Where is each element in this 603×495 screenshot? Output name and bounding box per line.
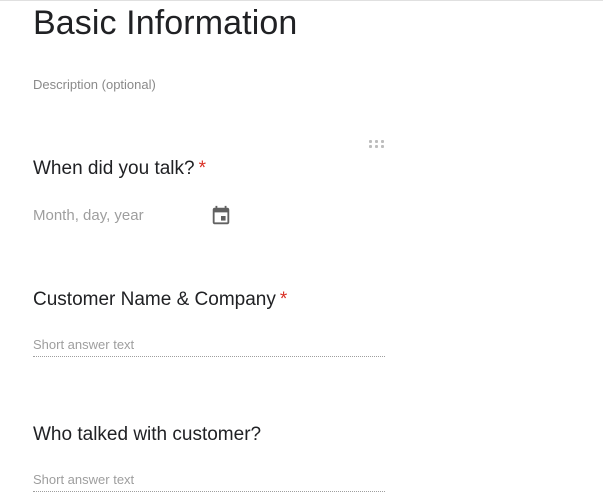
date-input-field[interactable]: Month, day, year	[33, 206, 144, 226]
question-title-when-did-you-talk[interactable]: When did you talk? *	[33, 157, 206, 181]
section-description-field[interactable]: Description (optional)	[33, 76, 156, 94]
form-editor-page: Basic Information Description (optional)…	[0, 0, 603, 495]
section-title[interactable]: Basic Information	[33, 3, 297, 43]
short-answer-field[interactable]: Short answer text	[33, 336, 385, 357]
short-answer-field[interactable]: Short answer text	[33, 471, 385, 492]
required-asterisk: *	[279, 289, 288, 310]
question-title-customer-name[interactable]: Customer Name & Company *	[33, 288, 287, 312]
question-title-text: Customer Name & Company	[33, 289, 276, 310]
calendar-icon[interactable]	[210, 205, 232, 227]
required-asterisk: *	[198, 158, 206, 179]
question-title-who-talked[interactable]: Who talked with customer?	[33, 423, 261, 447]
drag-handle-icon[interactable]	[369, 140, 385, 148]
question-title-text: Who talked with customer?	[33, 424, 262, 445]
question-title-text: When did you talk?	[33, 158, 195, 179]
